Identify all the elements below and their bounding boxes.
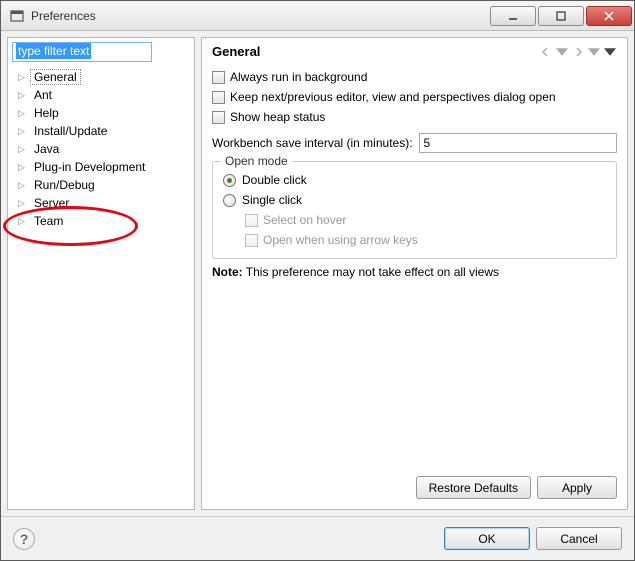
window-buttons (488, 6, 632, 26)
tree-item-ant[interactable]: ▷ Ant (8, 86, 194, 104)
page-body: Always run in background Keep next/previ… (202, 63, 627, 470)
select-hover-label: Select on hover (263, 213, 346, 227)
help-icon[interactable]: ? (13, 528, 35, 550)
forward-menu-icon[interactable] (587, 45, 601, 59)
tree-label: Java (30, 142, 63, 156)
minimize-button[interactable] (490, 6, 536, 26)
interval-row: Workbench save interval (in minutes): (212, 133, 617, 153)
checkbox-row: Show heap status (212, 107, 617, 127)
interval-input[interactable] (419, 133, 617, 153)
interval-label: Workbench save interval (in minutes): (212, 136, 413, 150)
expand-icon[interactable]: ▷ (18, 162, 28, 173)
keep-dialog-label: Keep next/previous editor, view and pers… (230, 90, 556, 104)
window-title: Preferences (31, 9, 488, 23)
tree-label: Team (30, 214, 67, 228)
tree-label: Server (30, 196, 73, 210)
tree-item-java[interactable]: ▷ Java (8, 140, 194, 158)
titlebar: Preferences (1, 1, 634, 31)
page-buttons: Restore Defaults Apply (202, 470, 627, 509)
background-checkbox[interactable] (212, 71, 225, 84)
open-mode-group: Open mode Double click Single click Sele… (212, 161, 617, 259)
filter-placeholder: type filter text (16, 43, 91, 59)
expand-icon[interactable]: ▷ (18, 198, 28, 209)
view-menu-icon[interactable] (603, 45, 617, 59)
cancel-button[interactable]: Cancel (536, 527, 622, 550)
content-area: type filter text ▷ General ▷ Ant ▷ Help … (1, 31, 634, 516)
checkbox-row: Select on hover (245, 210, 606, 230)
window-icon (9, 8, 25, 24)
radio-row: Single click (223, 190, 606, 210)
left-pane: type filter text ▷ General ▷ Ant ▷ Help … (7, 37, 195, 510)
arrow-open-label: Open when using arrow keys (263, 233, 418, 247)
note-text: This preference may not take effect on a… (246, 265, 499, 279)
expand-icon[interactable]: ▷ (18, 144, 28, 155)
expand-icon[interactable]: ▷ (18, 180, 28, 191)
arrow-open-checkbox (245, 234, 258, 247)
tree-item-server[interactable]: ▷ Server (8, 194, 194, 212)
tree-item-general[interactable]: ▷ General (8, 68, 194, 86)
back-menu-icon[interactable] (555, 45, 569, 59)
expand-icon[interactable]: ▷ (18, 108, 28, 119)
tree-item-team[interactable]: ▷ Team (8, 212, 194, 230)
heap-status-checkbox[interactable] (212, 111, 225, 124)
apply-button[interactable]: Apply (537, 476, 617, 499)
back-icon[interactable] (539, 45, 553, 59)
preferences-window: Preferences type filter text ▷ General (0, 0, 635, 561)
tree-item-run-debug[interactable]: ▷ Run/Debug (8, 176, 194, 194)
heap-status-label: Show heap status (230, 110, 325, 124)
tree-label: Install/Update (30, 124, 111, 138)
double-click-label: Double click (242, 173, 307, 187)
category-tree[interactable]: ▷ General ▷ Ant ▷ Help ▷ Install/Update … (8, 66, 194, 509)
keep-dialog-checkbox[interactable] (212, 91, 225, 104)
single-click-radio[interactable] (223, 194, 236, 207)
footer: ? OK Cancel (1, 516, 634, 560)
checkbox-row: Open when using arrow keys (245, 230, 606, 250)
tree-label: Ant (30, 88, 56, 102)
tree-item-install-update[interactable]: ▷ Install/Update (8, 122, 194, 140)
ok-button[interactable]: OK (444, 527, 530, 550)
open-mode-legend: Open mode (221, 154, 292, 168)
page-nav (539, 45, 617, 59)
maximize-button[interactable] (538, 6, 584, 26)
tree-label: Run/Debug (30, 178, 99, 192)
note-row: Note: This preference may not take effec… (212, 265, 617, 279)
expand-icon[interactable]: ▷ (18, 72, 28, 83)
double-click-radio[interactable] (223, 174, 236, 187)
expand-icon[interactable]: ▷ (18, 216, 28, 227)
right-pane: General Always run in background Keep ne… (201, 37, 628, 510)
tree-label: Help (30, 106, 63, 120)
tree-item-help[interactable]: ▷ Help (8, 104, 194, 122)
radio-row: Double click (223, 170, 606, 190)
close-button[interactable] (586, 6, 632, 26)
page-title: General (212, 44, 539, 59)
forward-icon[interactable] (571, 45, 585, 59)
page-header: General (202, 38, 627, 63)
restore-defaults-button[interactable]: Restore Defaults (416, 476, 531, 499)
checkbox-row: Always run in background (212, 67, 617, 87)
note-prefix: Note: (212, 265, 243, 279)
tree-label: General (30, 69, 81, 85)
checkbox-row: Keep next/previous editor, view and pers… (212, 87, 617, 107)
filter-input[interactable]: type filter text (12, 42, 152, 62)
select-hover-checkbox (245, 214, 258, 227)
single-click-label: Single click (242, 193, 302, 207)
tree-item-plugin-dev[interactable]: ▷ Plug-in Development (8, 158, 194, 176)
expand-icon[interactable]: ▷ (18, 90, 28, 101)
background-label: Always run in background (230, 70, 367, 84)
tree-label: Plug-in Development (30, 160, 149, 174)
expand-icon[interactable]: ▷ (18, 126, 28, 137)
